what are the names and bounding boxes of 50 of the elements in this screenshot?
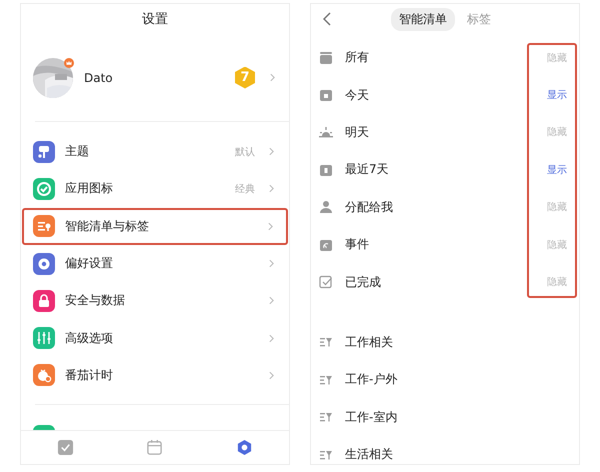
preferences-icon (33, 252, 55, 275)
back-icon[interactable] (323, 12, 331, 26)
item-value: 经典 (235, 182, 255, 196)
filter-name: 工作-室内 (345, 408, 398, 426)
completed-list-icon (319, 275, 333, 290)
chevron-icon (269, 370, 274, 380)
smart-list-name: 分配给我 (345, 198, 394, 216)
settings-item[interactable]: 番茄计时 (21, 356, 289, 394)
filter-icon (319, 410, 333, 424)
smart-list-name: 所有 (345, 49, 370, 66)
smart-list-name: 已完成 (345, 274, 382, 291)
settings-item[interactable]: 安全与数据 (21, 282, 289, 320)
chevron-icon (269, 334, 274, 343)
profile-name: Dato (84, 70, 114, 84)
advanced-icon (33, 327, 55, 350)
level-badge: 7 (235, 66, 255, 88)
filter-name: 工作相关 (345, 334, 394, 351)
smart-list-name: 今天 (345, 86, 370, 104)
smart-list-name: 最近7天 (345, 161, 390, 178)
filter-name: 生活相关 (345, 446, 394, 464)
events-list-icon (319, 238, 333, 252)
week-list-icon (319, 162, 333, 177)
chevron-icon (268, 222, 273, 231)
chevron-icon (269, 147, 274, 156)
chevron-icon (269, 259, 274, 268)
settings-item[interactable]: 应用图标 经典 (21, 170, 289, 208)
tomorrow-list-icon (319, 125, 333, 140)
chevron-icon (270, 73, 275, 82)
item-value: 默认 (235, 146, 255, 159)
filter-name: 工作-户外 (345, 371, 398, 388)
settings-item[interactable]: 主题 默认 (21, 133, 289, 170)
pomodoro-icon (33, 364, 55, 386)
settings-item[interactable]: 偏好设置 (21, 244, 289, 282)
visibility-toggle[interactable]: 显示 (547, 88, 567, 102)
smart-list-name: 事件 (345, 236, 370, 254)
settings-item[interactable]: 高级选项 (21, 319, 289, 357)
chevron-icon (269, 184, 274, 194)
filter-icon (319, 335, 333, 350)
assigned-list-icon (319, 200, 333, 214)
chevron-icon (269, 296, 274, 306)
security-icon (33, 290, 55, 312)
smart-list-name: 明天 (345, 124, 370, 141)
page-title: 设置 (142, 11, 168, 28)
theme-icon (33, 140, 55, 163)
visibility-toggle[interactable]: 显示 (547, 162, 567, 177)
crown-badge-icon (64, 58, 74, 68)
today-list-icon (319, 88, 333, 102)
segment-tab[interactable]: 智能清单 (391, 8, 455, 30)
all-list-icon (319, 50, 333, 65)
settings-item[interactable]: 智能清单与标签 (22, 208, 288, 245)
